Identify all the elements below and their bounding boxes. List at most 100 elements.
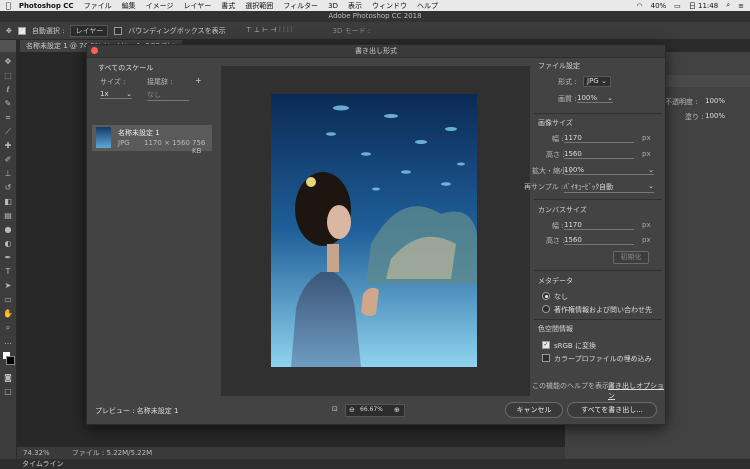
- quick-mask-icon[interactable]: ◙: [3, 374, 13, 382]
- fill-value[interactable]: 100%: [705, 112, 725, 120]
- auto-select-dropdown[interactable]: レイヤー: [70, 24, 109, 37]
- format-value: JPG: [587, 77, 599, 85]
- embed-profile-label: カラープロファイルの埋め込み: [554, 355, 652, 363]
- move-tool-icon[interactable]: ✥: [3, 58, 13, 66]
- menu-list-icon[interactable]: ≡: [738, 2, 744, 10]
- blur-tool-icon[interactable]: ●: [3, 226, 13, 234]
- canvas-height-input[interactable]: 1560: [564, 236, 634, 245]
- reset-button[interactable]: 初期化: [613, 251, 649, 264]
- embed-profile-checkbox[interactable]: [542, 354, 550, 362]
- fit-icon[interactable]: ⊡: [332, 405, 338, 413]
- menu-select[interactable]: 選択範囲: [245, 1, 273, 11]
- img-height-input[interactable]: 1560: [564, 150, 634, 159]
- resample-value: ﾊﾞｲｷｭｰﾋﾞｯｸ自動: [564, 183, 613, 191]
- menu-image[interactable]: イメージ: [146, 1, 174, 11]
- close-icon[interactable]: [91, 47, 98, 54]
- img-width-label: 幅 :: [552, 135, 564, 143]
- app-title-bar: Adobe Photoshop CC 2018: [0, 11, 750, 22]
- eraser-tool-icon[interactable]: ◧: [3, 198, 13, 206]
- scale-dropdown[interactable]: 1x ⌄: [100, 90, 132, 99]
- type-tool-icon[interactable]: T: [3, 268, 13, 276]
- zoom-tool-icon[interactable]: ⌕: [3, 324, 13, 332]
- bbox-checkbox[interactable]: [114, 26, 123, 35]
- menu-extras: ◠ 40% ▭ 日 11:48 ⌕ ≡: [637, 0, 745, 11]
- export-all-button[interactable]: すべてを書き出し...: [567, 402, 657, 418]
- menu-app-name[interactable]: Photoshop CC: [19, 2, 74, 10]
- menu-file[interactable]: ファイル: [84, 1, 112, 11]
- menu-help[interactable]: ヘルプ: [417, 1, 438, 11]
- img-width-unit: px: [642, 134, 651, 142]
- chevron-down-icon: ⌄: [648, 182, 654, 190]
- quality-label: 画質 :: [558, 95, 577, 103]
- opacity-value[interactable]: 100%: [705, 97, 725, 105]
- battery-icon[interactable]: ▭: [674, 2, 681, 10]
- search-icon[interactable]: ⌕: [726, 1, 730, 10]
- resample-dropdown[interactable]: ﾊﾞｲｷｭｰﾋﾞｯｸ自動 ⌄: [564, 182, 654, 193]
- eyedropper-tool-icon[interactable]: ⟋: [3, 128, 13, 136]
- img-width-input[interactable]: 1170: [564, 134, 634, 143]
- suffix-input[interactable]: なし: [147, 90, 189, 101]
- asset-thumbnail: [96, 127, 111, 148]
- suffix-label: 接尾辞 :: [147, 78, 173, 86]
- brush-tool-icon[interactable]: ✐: [3, 156, 13, 164]
- canvas-width-input[interactable]: 1170: [564, 221, 634, 230]
- zoom-value: 66.67%: [360, 406, 383, 413]
- zoom-in-icon[interactable]: ⊕: [394, 406, 400, 414]
- apple-icon[interactable]: : [6, 1, 11, 10]
- pen-tool-icon[interactable]: ✒: [3, 254, 13, 262]
- preview-image: [271, 94, 477, 367]
- menu-edit[interactable]: 編集: [122, 1, 136, 11]
- path-select-tool-icon[interactable]: ➤: [3, 282, 13, 290]
- align-icons[interactable]: ⊤ ⊥ ⊢ ⊣ ⫶ ⫶ ⫶ ⫶: [246, 26, 293, 35]
- status-zoom[interactable]: 74.32%: [23, 449, 50, 457]
- metadata-none-radio[interactable]: [542, 292, 550, 300]
- quick-select-tool-icon[interactable]: ✎: [3, 100, 13, 108]
- menu-view[interactable]: 表示: [348, 1, 362, 11]
- srgb-label: sRGB に変換: [554, 342, 596, 350]
- menu-layer[interactable]: レイヤー: [183, 1, 211, 11]
- format-label: 形式 :: [558, 78, 577, 86]
- srgb-checkbox[interactable]: ✓: [542, 341, 550, 349]
- menu-3d[interactable]: 3D: [328, 2, 338, 10]
- dodge-tool-icon[interactable]: ◐: [3, 240, 13, 248]
- cancel-button[interactable]: キャンセル: [505, 402, 563, 418]
- lasso-tool-icon[interactable]: ℓ: [3, 86, 13, 94]
- format-dropdown[interactable]: JPG ⌄: [583, 76, 611, 87]
- opacity-label: 不透明度 :: [665, 98, 698, 106]
- stamp-tool-icon[interactable]: ⊥: [3, 170, 13, 178]
- canvas-height-unit: px: [642, 236, 651, 244]
- metadata-copyright-radio[interactable]: [542, 305, 550, 313]
- asset-item[interactable]: 名称未設定 1 JPG 1170 × 1560 756 KB: [92, 125, 212, 155]
- menu-filter[interactable]: フィルター: [283, 1, 318, 11]
- menu-type[interactable]: 書式: [221, 1, 235, 11]
- history-brush-icon[interactable]: ↺: [3, 184, 13, 192]
- chevron-down-icon: ⌄: [600, 77, 607, 85]
- move-tool-icon[interactable]: ✥: [6, 27, 12, 35]
- export-as-dialog: 書き出し形式 すべてのスケール サイズ : 接尾辞 : + 1x ⌄ なし 名称…: [86, 44, 666, 425]
- 3d-mode-label: 3D モード :: [332, 26, 371, 35]
- timeline-tab[interactable]: タイムライン: [22, 460, 64, 468]
- healing-tool-icon[interactable]: ✚: [3, 142, 13, 150]
- add-scale-icon[interactable]: +: [195, 76, 202, 85]
- hand-tool-icon[interactable]: ✋: [3, 310, 13, 318]
- wifi-icon[interactable]: ◠: [637, 2, 643, 10]
- crop-tool-icon[interactable]: ⌗: [3, 114, 13, 122]
- marquee-tool-icon[interactable]: ⬚: [3, 72, 13, 80]
- screen-mode-icon[interactable]: ▢: [3, 388, 13, 396]
- status-bar: 74.32% ファイル : 5.22M/5.22M: [17, 447, 565, 459]
- layer-row[interactable]: [660, 75, 750, 87]
- zoom-out-icon[interactable]: ⊖: [349, 406, 355, 414]
- gradient-tool-icon[interactable]: ▤: [3, 212, 13, 220]
- clock[interactable]: 日 11:48: [689, 1, 718, 11]
- divider: [534, 319, 662, 320]
- auto-select-label: 自動選択 :: [31, 26, 65, 35]
- help-text: この機能のヘルプを表示 :: [532, 382, 614, 390]
- shape-tool-icon[interactable]: ▭: [3, 296, 13, 304]
- auto-select-checkbox[interactable]: ✓: [17, 26, 26, 35]
- more-tools-icon[interactable]: …: [3, 338, 13, 346]
- scale-field[interactable]: 100% ⌄: [564, 166, 654, 175]
- quality-field[interactable]: 100% ⌄: [577, 94, 613, 103]
- menu-window[interactable]: ウィンドウ: [372, 1, 407, 11]
- asset-name: 名称未設定 1: [118, 129, 160, 137]
- color-swatches-icon[interactable]: [3, 352, 15, 365]
